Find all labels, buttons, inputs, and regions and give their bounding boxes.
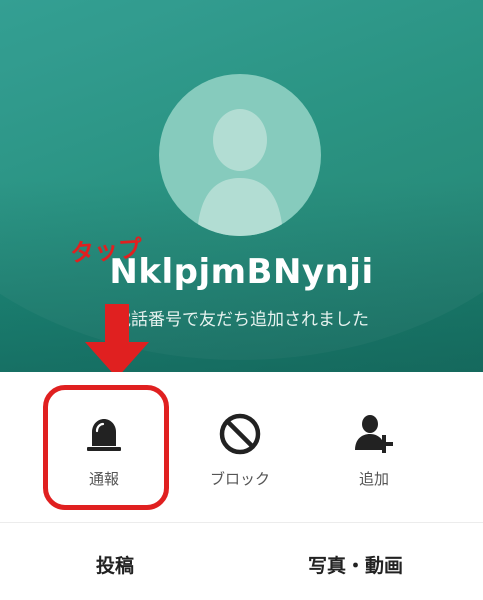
add-friend-icon bbox=[355, 415, 393, 453]
default-person-avatar-icon bbox=[197, 109, 283, 236]
block-button[interactable]: ブロック bbox=[180, 412, 300, 502]
add-friend-button[interactable]: 追加 bbox=[314, 412, 434, 502]
tap-annotation: タップ bbox=[69, 234, 144, 268]
tap-highlight-box bbox=[43, 385, 169, 510]
down-arrow-icon bbox=[85, 304, 149, 378]
tab-photos-videos[interactable]: 写真・動画 bbox=[308, 551, 403, 578]
block-icon bbox=[219, 413, 261, 455]
profile-subtitle: 電話番号で友だち追加されました bbox=[114, 310, 369, 330]
add-friend-label: 追加 bbox=[358, 470, 389, 488]
block-label: ブロック bbox=[209, 470, 270, 488]
tab-posts[interactable]: 投稿 bbox=[96, 551, 134, 578]
avatar[interactable] bbox=[159, 74, 321, 236]
content-tabs: 投稿 写真・動画 bbox=[0, 523, 483, 600]
